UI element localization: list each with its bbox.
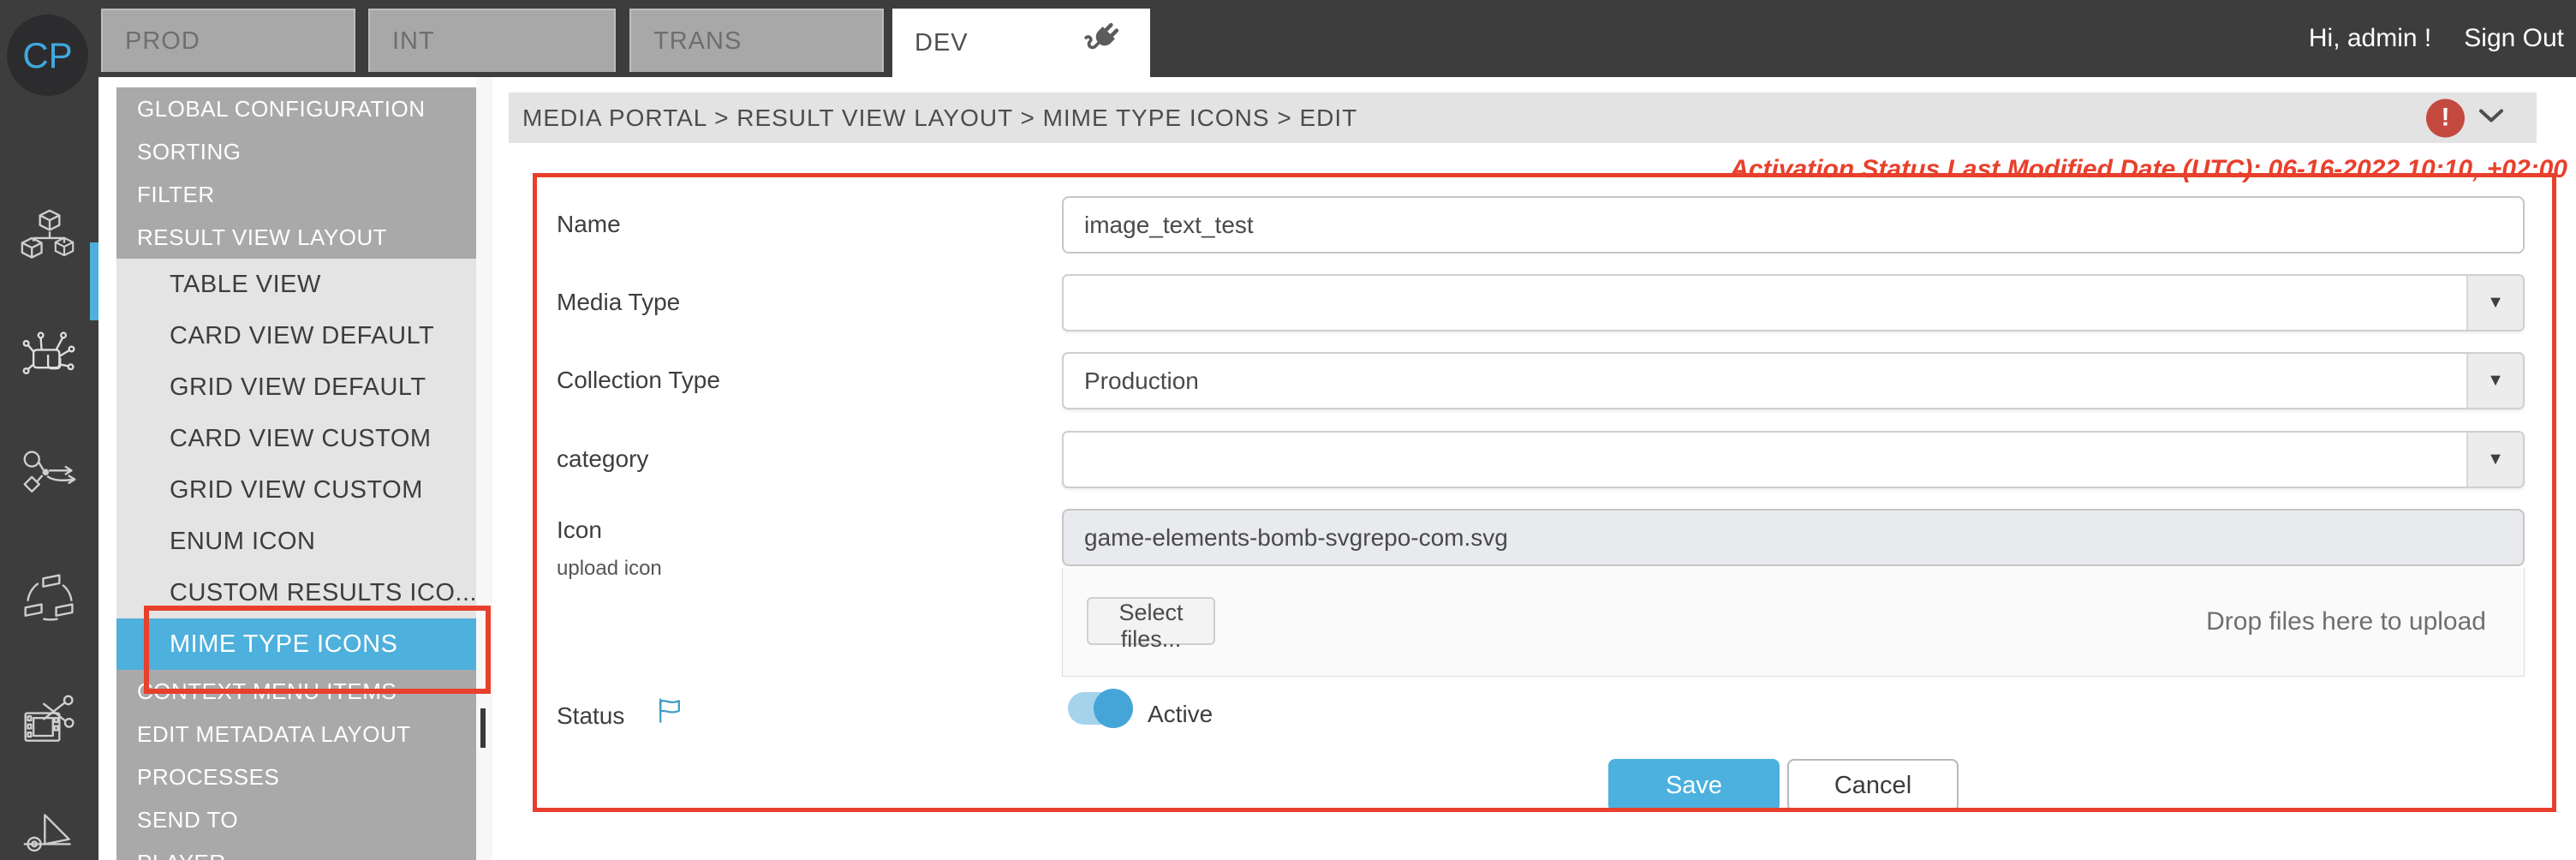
tab-trans-label: TRANS xyxy=(653,27,742,56)
name-label: Name xyxy=(557,211,621,238)
sidebar-item-context-menu-items[interactable]: CONTEXT MENU ITEMS xyxy=(116,670,476,713)
upload-icon-sublabel: upload icon xyxy=(557,557,662,581)
tab-prod[interactable]: PROD xyxy=(101,9,355,72)
sidebar-item-card-view-default[interactable]: CARD VIEW DEFAULT xyxy=(116,310,476,361)
chevron-down-icon[interactable] xyxy=(2478,108,2504,128)
drop-files-hint: Drop files here to upload xyxy=(2206,607,2486,636)
sidebar-item-sorting[interactable]: SORTING xyxy=(116,130,476,173)
dropdown-arrow-icon[interactable]: ▼ xyxy=(2466,433,2523,487)
breadcrumb: MEDIA PORTAL > RESULT VIEW LAYOUT > MIME… xyxy=(522,105,1357,132)
icon-label: Icon xyxy=(557,517,602,544)
icon-rail xyxy=(0,77,98,860)
status-label: Status xyxy=(557,702,624,730)
sidebar-item-grid-view-custom[interactable]: GRID VIEW CUSTOM xyxy=(116,464,476,516)
plug-icon xyxy=(1083,21,1121,65)
sidebar-item-mime-type-icons[interactable]: MIME TYPE ICONS xyxy=(116,618,476,670)
icon-filename-field: game-elements-bomb-svgrepo-com.svg xyxy=(1062,509,2525,566)
tab-dev-label: DEV xyxy=(915,29,969,57)
user-area: Hi, admin ! Sign Out xyxy=(2309,0,2564,77)
status-state-label: Active xyxy=(1148,701,1213,728)
distribution-icon[interactable] xyxy=(21,569,79,627)
editing-icon[interactable] xyxy=(21,692,79,750)
cancel-button[interactable]: Cancel xyxy=(1787,759,1959,812)
media-type-label: Media Type xyxy=(557,289,680,316)
dropdown-arrow-icon[interactable]: ▼ xyxy=(2466,354,2523,408)
sidebar-item-filter[interactable]: FILTER xyxy=(116,173,476,216)
collection-type-label: Collection Type xyxy=(557,367,720,394)
annotation-rectangle-form xyxy=(533,173,2556,812)
status-toggle[interactable] xyxy=(1068,689,1136,728)
dropdown-arrow-icon[interactable]: ▼ xyxy=(2466,276,2523,330)
active-rail-indicator xyxy=(90,242,98,320)
file-drop-zone[interactable]: Select files... Drop files here to uploa… xyxy=(1062,568,2525,677)
error-badge[interactable]: ! xyxy=(2426,99,2465,137)
collection-type-value: Production xyxy=(1084,367,1199,395)
user-greeting: Hi, admin ! xyxy=(2309,24,2431,53)
text-cursor-mark xyxy=(480,708,486,748)
player-icon[interactable] xyxy=(21,807,79,860)
sign-out-link[interactable]: Sign Out xyxy=(2464,24,2564,53)
sidebar-item-result-view-layout[interactable]: RESULT VIEW LAYOUT xyxy=(116,216,476,259)
cp-logo[interactable]: CP xyxy=(7,15,88,96)
sidebar-item-processes[interactable]: PROCESSES xyxy=(116,755,476,798)
tab-dev[interactable]: DEV xyxy=(892,9,1150,77)
media-type-dropdown[interactable]: ▼ xyxy=(1062,274,2525,331)
assets-icon[interactable] xyxy=(21,207,79,266)
sidebar-menu: GLOBAL CONFIGURATION SORTING FILTER RESU… xyxy=(116,87,476,860)
flag-icon xyxy=(654,696,685,731)
sidebar-item-global-configuration[interactable]: GLOBAL CONFIGURATION xyxy=(116,87,476,130)
sidebar-item-edit-metadata-layout[interactable]: EDIT METADATA LAYOUT xyxy=(116,713,476,755)
sidebar-item-card-view-custom[interactable]: CARD VIEW CUSTOM xyxy=(116,413,476,464)
sidebar-item-send-to[interactable]: SEND TO xyxy=(116,798,476,841)
tab-trans[interactable]: TRANS xyxy=(629,9,884,72)
tab-int-label: INT xyxy=(392,27,435,56)
sidebar-item-player[interactable]: PLAYER xyxy=(116,841,476,860)
select-files-button[interactable]: Select files... xyxy=(1087,597,1215,645)
sidebar-item-enum-icon[interactable]: ENUM ICON xyxy=(116,516,476,567)
sidebar-item-custom-results-icons[interactable]: CUSTOM RESULTS ICO... xyxy=(116,567,476,618)
icon-filename: game-elements-bomb-svgrepo-com.svg xyxy=(1084,524,1508,552)
sidebar-item-grid-view-default[interactable]: GRID VIEW DEFAULT xyxy=(116,361,476,413)
cp-logo-text: CP xyxy=(22,35,72,76)
activation-status-note: Activation Status Last Modified Date (UT… xyxy=(1730,155,2567,184)
save-button[interactable]: Save xyxy=(1608,759,1780,812)
category-dropdown[interactable]: ▼ xyxy=(1062,431,2525,488)
tab-prod-label: PROD xyxy=(125,27,200,56)
category-label: category xyxy=(557,445,648,473)
media-portal-admin-page: PROD INT TRANS DEV Hi, admin ! xyxy=(0,0,2576,860)
status-toggle-knob xyxy=(1094,689,1133,728)
workflow-icon[interactable] xyxy=(21,445,79,504)
result-view-config-icon[interactable] xyxy=(21,327,79,385)
name-input[interactable] xyxy=(1062,196,2525,254)
topbar: PROD INT TRANS DEV Hi, admin ! xyxy=(0,0,2576,77)
error-badge-glyph: ! xyxy=(2442,104,2450,133)
breadcrumb-bar: MEDIA PORTAL > RESULT VIEW LAYOUT > MIME… xyxy=(509,93,2537,143)
sidebar-item-table-view[interactable]: TABLE VIEW xyxy=(116,259,476,310)
tab-int[interactable]: INT xyxy=(368,9,616,72)
collection-type-dropdown[interactable]: Production ▼ xyxy=(1062,352,2525,409)
